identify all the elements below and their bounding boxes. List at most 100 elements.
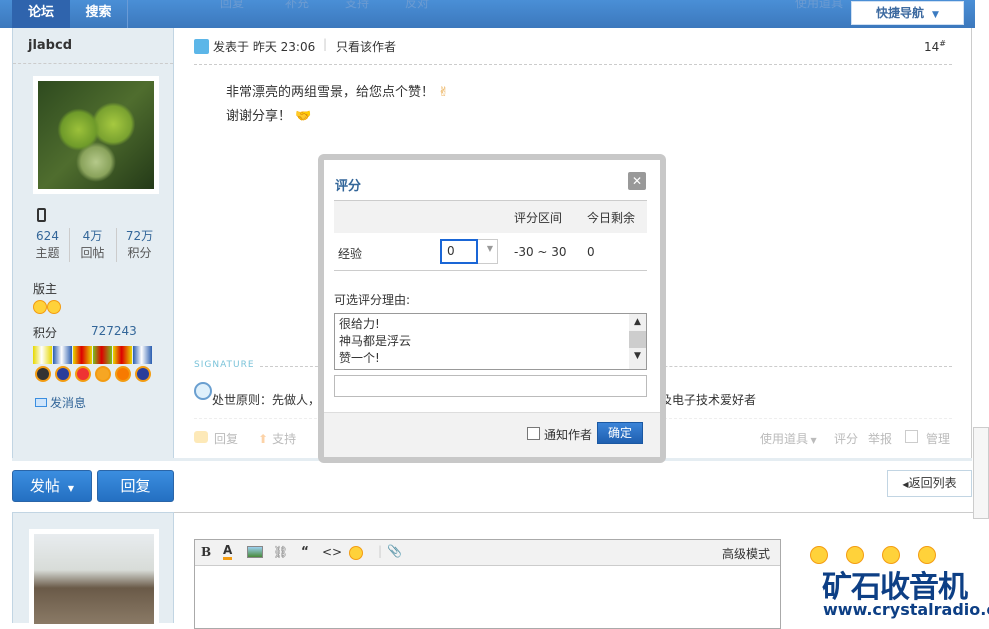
reply-label: 回复 (214, 432, 239, 446)
new-post-button[interactable]: 发帖 ▼ (12, 470, 92, 502)
points-value: 727243 (91, 324, 137, 338)
reason-label: 可选评分理由: (334, 293, 411, 307)
quick-nav-label: 快捷导航 (876, 6, 925, 20)
image-icon[interactable] (247, 546, 263, 558)
quick-nav-button[interactable]: 快捷导航 ▼ (851, 1, 964, 25)
tab-search[interactable]: 搜索 (70, 0, 128, 28)
rating-type: 经验 (338, 247, 363, 261)
link-icon[interactable]: ⛓ (273, 545, 288, 559)
reply-editor[interactable]: B A ⛓ “ <> | 📎 高级模式 (194, 539, 781, 629)
advanced-mode-link[interactable]: 高级模式 (722, 545, 770, 562)
reply-button[interactable]: 回复 (97, 470, 174, 502)
notify-author-checkbox[interactable] (527, 427, 540, 440)
reason-list[interactable]: 很给力! 神马都是浮云 赞一个! ▲ ▼ (334, 313, 647, 370)
smiley-icon (47, 300, 61, 314)
signature-text-left: 处世原则：先做人，讠 (212, 393, 333, 407)
side-toolbar[interactable] (973, 427, 989, 519)
ghost-supplement: 补充 (285, 0, 310, 10)
back-to-list-button[interactable]: ◀返回列表 (887, 470, 972, 497)
notify-author-label: 通知作者 (544, 428, 593, 442)
col-range: 评分区间 (514, 211, 563, 225)
rating-row: 经验 0 ▼ -30 ~ 30 0 (334, 233, 647, 271)
medal-icon (93, 346, 113, 384)
dialog-footer: 通知作者 确定 (324, 412, 660, 457)
send-message-link[interactable]: 发消息 (35, 394, 86, 411)
top-nav-bar: 论坛 搜索 回复 补充 支持 反对 使用道具 快捷导航 ▼ (0, 0, 975, 28)
quote-icon[interactable]: “ (301, 544, 309, 558)
chevron-down-icon: ▼ (932, 10, 939, 20)
stat-label: 回帖 (80, 246, 105, 260)
ghost-support: 支持 (345, 0, 370, 10)
user-group: 版主 (33, 282, 58, 296)
reply-action[interactable]: 回复 (194, 430, 238, 447)
author-sidebar: jlabcd 624 主题 4万 回帖 72万积分 版主 积分 727243 发消息 (12, 28, 174, 460)
medal-icon (73, 346, 93, 384)
medals (33, 346, 158, 387)
medal-icon (133, 346, 153, 384)
editor-toolbar: B A ⛓ “ <> | 📎 高级模式 (195, 540, 780, 566)
ghost-tools: 使用道具 (795, 0, 844, 10)
signature-label: SIGNATURE (194, 360, 255, 370)
emoticon-icon[interactable] (349, 546, 363, 560)
stat-value: 72万 (125, 229, 154, 243)
support-action[interactable]: ⬆ 支持 (258, 430, 296, 447)
post-line: 谢谢分享！ (226, 109, 292, 124)
watermark-url: www.crystalradio.cn (823, 600, 989, 619)
tab-forum[interactable]: 论坛 (12, 0, 70, 28)
remaining-today: 0 (587, 245, 595, 259)
code-icon[interactable]: <> (322, 545, 342, 559)
stat-value: 624 (36, 229, 59, 243)
post-line: 非常漂亮的两组雪景，给您点个赞！ (226, 85, 435, 100)
send-message-label: 发消息 (50, 396, 87, 410)
reason-option[interactable]: 神马都是浮云 (339, 333, 642, 350)
reason-input[interactable] (334, 375, 647, 397)
manage-label: 管理 (926, 432, 951, 446)
comment-icon (194, 431, 208, 443)
stat-label: 积分 (127, 246, 152, 260)
support-label: 支持 (272, 432, 297, 446)
manage-checkbox[interactable] (905, 430, 918, 443)
user-icon (194, 39, 209, 54)
back-label: 返回列表 (908, 476, 957, 490)
report-link[interactable]: 举报 (868, 430, 892, 447)
stat-points[interactable]: 72万积分 (117, 228, 162, 262)
rating-table-header: 评分区间 今日剩余 (334, 200, 647, 233)
avatar[interactable] (33, 76, 159, 194)
stat-replies[interactable]: 4万 回帖 (70, 228, 115, 262)
score-input[interactable]: 0 (440, 239, 478, 264)
signature-text-right: 及电子技术爱好者 (660, 393, 757, 407)
current-user-avatar[interactable] (29, 529, 159, 629)
dialog-title: 评分 (335, 179, 362, 194)
close-icon[interactable]: ✕ (628, 172, 646, 190)
author-name[interactable]: jlabcd (28, 38, 72, 53)
use-tools-label: 使用道具 (760, 432, 809, 446)
post-content: 非常漂亮的两组雪景，给您点个赞！ ✌ 谢谢分享！ 🤝 (226, 81, 449, 129)
arrow-up-icon: ⬆ (258, 432, 269, 446)
stat-label: 主题 (35, 246, 60, 260)
chevron-down-icon[interactable]: ▼ (487, 244, 493, 253)
floor-suffix: # (939, 39, 946, 48)
confirm-button[interactable]: 确定 (597, 422, 643, 444)
envelope-icon (35, 398, 47, 407)
mobile-icon (37, 208, 46, 222)
reason-option[interactable]: 赞一个! (339, 350, 642, 367)
current-user-sidebar (12, 512, 174, 629)
rate-link[interactable]: 评分 (834, 430, 858, 447)
score-select[interactable]: 0 ▼ (440, 239, 498, 264)
rating-dialog: 评分 ✕ 评分区间 今日剩余 经验 0 ▼ -30 ~ 30 0 可选评分理由:… (318, 154, 666, 463)
ghost-oppose: 反对 (405, 0, 430, 10)
only-author-link[interactable]: 只看该作者 (336, 38, 396, 55)
clock-icon (194, 382, 212, 400)
stat-threads[interactable]: 624 主题 (25, 228, 70, 262)
reason-option[interactable]: 很给力! (339, 316, 642, 333)
use-tools-menu[interactable]: 使用道具 ▼ (760, 430, 817, 447)
attachment-icon[interactable]: 📎 (387, 544, 402, 558)
post-floor[interactable]: 14# (924, 39, 946, 54)
rank-stars (33, 300, 61, 317)
font-color-icon[interactable]: A (223, 543, 233, 560)
medal-icon (33, 346, 53, 384)
reason-scrollbar[interactable]: ▲ ▼ (629, 314, 646, 369)
chevron-down-icon: ▼ (67, 484, 75, 493)
victory-hand-icon: ✌ (438, 85, 450, 100)
bold-icon[interactable]: B (201, 545, 211, 559)
